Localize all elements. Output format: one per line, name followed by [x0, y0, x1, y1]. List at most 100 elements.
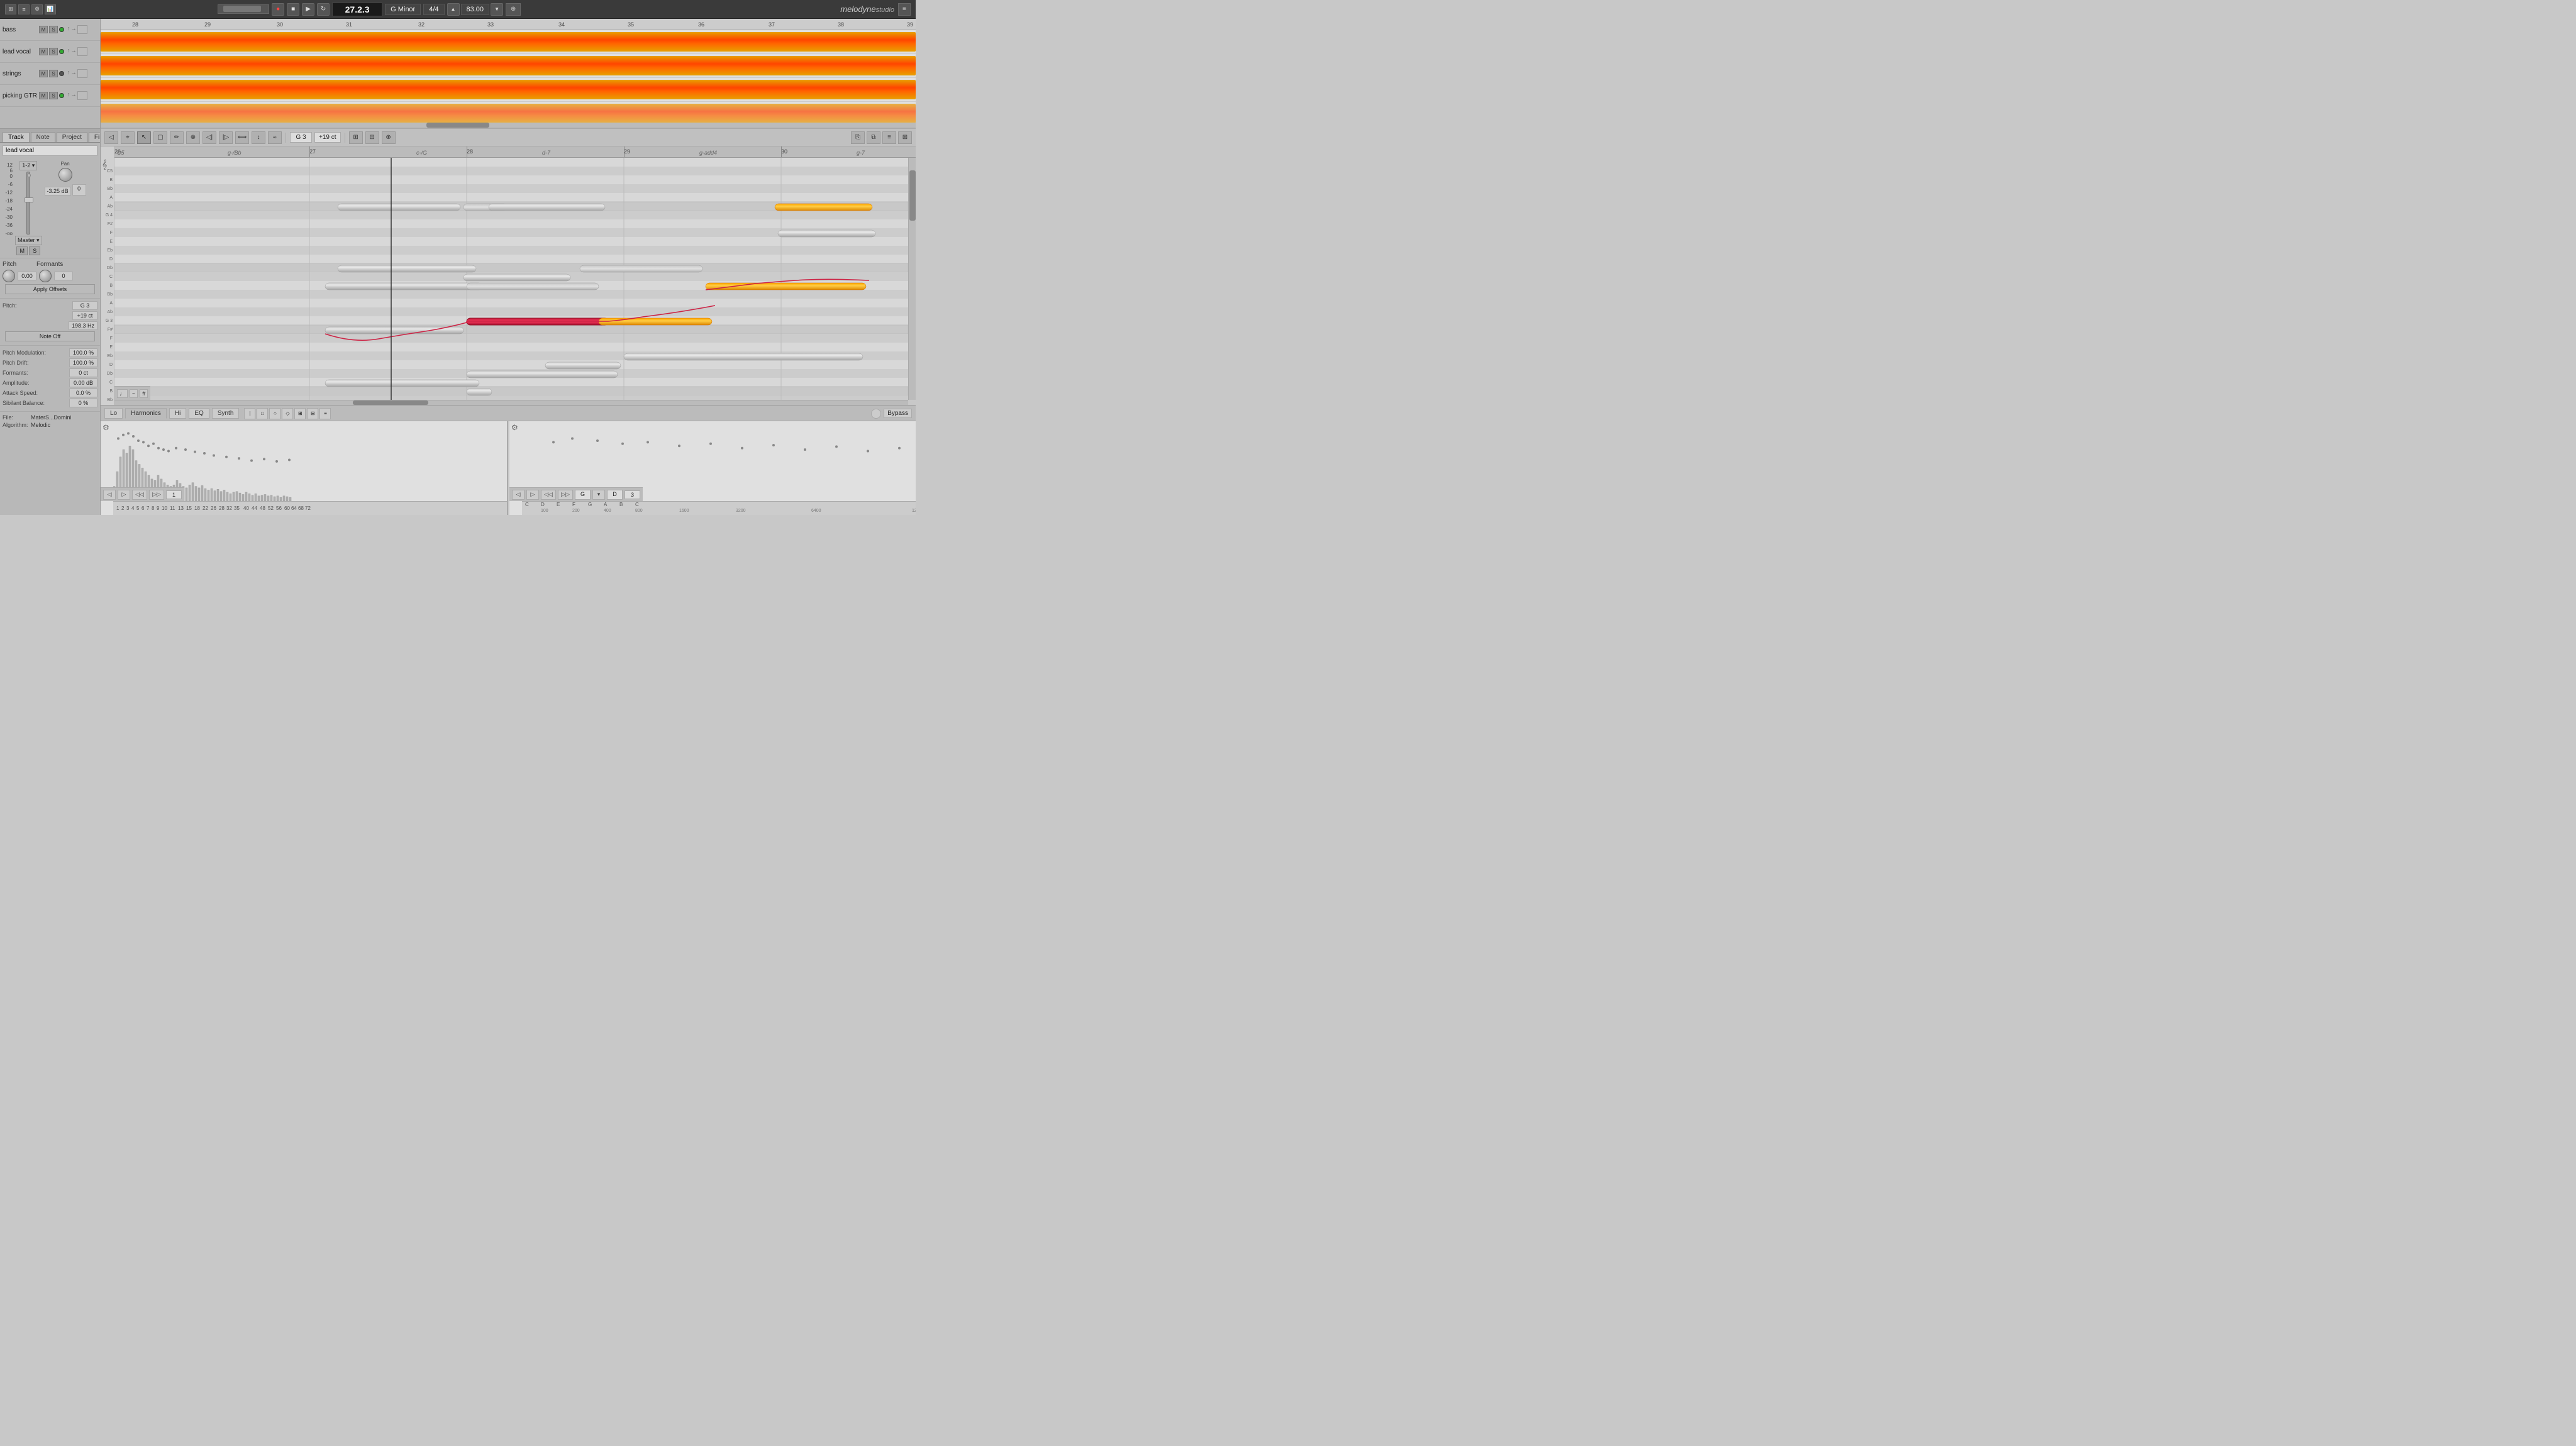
tool-resize-left[interactable]: ◁| [203, 131, 216, 144]
note-off-btn[interactable]: Note Off [5, 331, 95, 341]
bottom-btn5[interactable]: ⊞ [294, 408, 306, 419]
sr-prev-btn[interactable]: ◁ [512, 490, 525, 500]
track-config-str[interactable]: → [71, 69, 77, 78]
bottom-tab-hi[interactable]: Hi [169, 408, 186, 419]
sr-next2-btn[interactable]: ▷▷ [558, 490, 573, 500]
sr-next-btn[interactable]: ▷ [526, 490, 539, 500]
pr-bottom-format-icon[interactable]: # [140, 389, 148, 398]
tab-file[interactable]: File [89, 132, 100, 142]
pr-bottom-note-icon[interactable]: ♩ [117, 389, 128, 398]
track-config-pgtr[interactable]: → [71, 91, 77, 100]
bottom-btn2[interactable]: □ [257, 408, 268, 419]
bottom-tab-harmonics[interactable]: Harmonics [125, 408, 167, 419]
bottom-btn4[interactable]: ◇ [282, 408, 293, 419]
snap-icon[interactable]: ⊕ [506, 3, 521, 16]
track-check-str[interactable] [77, 69, 87, 78]
tool-draw[interactable]: ✏ [170, 131, 184, 144]
pr-vscroll[interactable] [908, 158, 916, 400]
track-check-bass[interactable] [77, 25, 87, 34]
tool-quantize[interactable]: ⊞ [349, 131, 363, 144]
track-s-bass[interactable]: S [49, 26, 58, 33]
tool-copy[interactable]: ⎘ [851, 131, 865, 144]
fader-handle[interactable] [25, 197, 33, 202]
bottom-btn3[interactable]: ○ [269, 408, 280, 419]
settings-icon[interactable]: ⚙ [31, 4, 43, 14]
sr-key-select[interactable]: ▾ [592, 490, 605, 500]
mt-track-picking-gtr[interactable] [101, 102, 916, 123]
tool-snap[interactable]: ⊟ [365, 131, 379, 144]
track-s-strings[interactable]: S [49, 70, 58, 77]
sl-prev-btn[interactable]: ◁ [103, 490, 116, 500]
pr-hscroll[interactable] [114, 400, 908, 405]
tool-select[interactable]: ▢ [153, 131, 167, 144]
spectrum-right-gear[interactable]: ⚙ [511, 423, 518, 432]
track-m-bass[interactable]: M [39, 26, 48, 33]
track-check-lv[interactable] [77, 47, 87, 56]
bottom-btn1[interactable]: | [244, 408, 255, 419]
tool-time-stretch[interactable]: ⟺ [235, 131, 249, 144]
sl-next2-btn[interactable]: ▷▷ [149, 490, 164, 500]
loop-btn[interactable]: ↻ [317, 3, 330, 16]
sr-prev2-btn[interactable]: ◁◁ [541, 490, 556, 500]
track-m-pgtr[interactable]: M [39, 92, 48, 99]
multitrack-hscroll[interactable] [101, 123, 916, 128]
bottom-tab-lo[interactable]: Lo [104, 408, 123, 419]
meter-icon[interactable]: 📊 [45, 4, 56, 14]
tempo-down-icon[interactable]: ▼ [491, 3, 503, 16]
tool-config[interactable]: ≡ [882, 131, 896, 144]
grid-icon[interactable]: ⊞ [5, 4, 16, 14]
bypass-circle[interactable] [871, 409, 881, 419]
sl-next-btn[interactable]: ▷ [118, 490, 130, 500]
track-link-lv[interactable]: ↑ [67, 47, 70, 56]
channel-in-select[interactable]: 1-2 ▾ [19, 161, 37, 170]
track-name-input[interactable] [3, 145, 97, 156]
track-link-bass[interactable]: ↑ [67, 25, 70, 34]
volume-fader[interactable] [26, 172, 30, 235]
track-config-bass[interactable]: → [71, 25, 77, 34]
s-button[interactable]: S [29, 246, 40, 255]
track-check-pgtr[interactable] [77, 91, 87, 100]
pr-vscroll-thumb[interactable] [909, 170, 916, 221]
pan-knob[interactable] [58, 168, 72, 182]
bottom-tab-eq[interactable]: EQ [189, 408, 209, 419]
bottom-tab-synth[interactable]: Synth [212, 408, 240, 419]
bottom-btn6[interactable]: ⊟ [307, 408, 318, 419]
menu-icon[interactable]: ≡ [898, 3, 911, 16]
multitrack-scroll-thumb[interactable] [426, 123, 489, 128]
spectrum-left-gear[interactable]: ⚙ [103, 423, 109, 432]
list-icon[interactable]: ≡ [18, 4, 30, 14]
track-link-pgtr[interactable]: ↑ [67, 91, 70, 100]
track-config-lv[interactable]: → [71, 47, 77, 56]
m-button[interactable]: M [16, 246, 28, 255]
mt-track-strings[interactable] [101, 78, 916, 102]
track-m-strings[interactable]: M [39, 70, 48, 77]
track-s-pgtr[interactable]: S [49, 92, 58, 99]
formants-knob[interactable] [39, 270, 52, 282]
pitch-knob[interactable] [3, 270, 15, 282]
key-display[interactable]: G Minor [385, 4, 421, 15]
track-s-lead-vocal[interactable]: S [49, 48, 58, 55]
bottom-btn7[interactable]: ≡ [319, 408, 331, 419]
tool-resize-right[interactable]: |▷ [219, 131, 233, 144]
stop-btn[interactable]: ■ [287, 3, 299, 16]
tool-pitch-mod[interactable]: ↕ [252, 131, 265, 144]
mt-track-lead-vocal[interactable] [101, 54, 916, 78]
tool-pointer[interactable]: ↖ [137, 131, 151, 144]
tool-format[interactable]: ≈ [268, 131, 282, 144]
position-bar[interactable] [218, 4, 269, 14]
tempo-up-icon[interactable]: ▲ [447, 3, 460, 16]
track-link-str[interactable]: ↑ [67, 69, 70, 78]
tab-track[interactable]: Track [3, 132, 30, 142]
tool-scroll-left[interactable]: ◁ [104, 131, 118, 144]
track-m-lead-vocal[interactable]: M [39, 48, 48, 55]
record-btn[interactable]: ● [272, 3, 284, 16]
tool-settings2[interactable]: ⊞ [898, 131, 912, 144]
bypass-btn[interactable]: Bypass [884, 409, 912, 418]
mt-track-bass[interactable] [101, 30, 916, 54]
tool-erase[interactable]: ⊗ [186, 131, 200, 144]
tab-project[interactable]: Project [57, 132, 87, 142]
pr-bottom-pitch-icon[interactable]: ~ [130, 389, 138, 398]
master-select[interactable]: Master ▾ [15, 236, 42, 245]
tool-paste[interactable]: ⧉ [867, 131, 880, 144]
apply-offsets-btn[interactable]: Apply Offsets [5, 284, 95, 294]
